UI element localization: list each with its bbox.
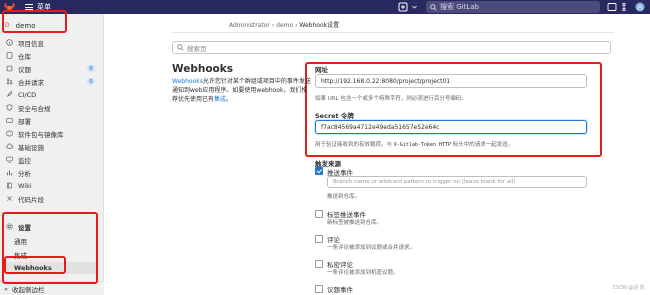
- sidebar-item-label: 项目信息: [18, 39, 44, 48]
- url-input[interactable]: http://192.168.0.22:8080/project/project…: [315, 74, 587, 88]
- search-icon: [177, 44, 184, 51]
- secret-help-text: 用于验证接收到的有效载荷。与 X-Gitlab-Token HTTP 标头中的请…: [315, 140, 600, 148]
- breadcrumb-root[interactable]: Administrator: [229, 22, 270, 29]
- top-navbar: 菜单 搜索 GitLab: [0, 0, 650, 14]
- sidebar-item-security[interactable]: 安全与合规: [0, 101, 104, 114]
- sidebar-item-snippets[interactable]: 代码片段: [0, 192, 104, 205]
- shield-icon: [6, 104, 13, 111]
- secret-help-suffix: 标头中的请求一起发送。: [452, 142, 514, 148]
- branch-filter-input[interactable]: Branch name or wildcard pattern to trigg…: [327, 176, 587, 188]
- sidebar-item-repository[interactable]: 仓库: [0, 49, 104, 62]
- secret-token-label: Secret 令牌: [315, 112, 354, 120]
- sidebar-item-label: 分析: [18, 169, 31, 178]
- collapse-sidebar-label: 收起侧边栏: [11, 285, 45, 294]
- push-events-help: 推送到仓库。: [327, 194, 361, 200]
- settings-search-placeholder: 搜索页: [187, 44, 207, 53]
- package-icon: [6, 130, 13, 137]
- sidebar-item-label: 监控: [18, 156, 31, 165]
- monitor-icon: [6, 156, 13, 163]
- sidebar-item-label: 合并请求: [18, 78, 44, 87]
- breadcrumb: Administrator › demo › Webhook设置: [229, 20, 339, 29]
- chevron-down-icon[interactable]: [412, 2, 417, 12]
- secret-token-input[interactable]: f7ac84569a4712e49eda51657e52e64c: [315, 120, 587, 134]
- issues-count-badge: 0: [87, 65, 95, 72]
- merge-requests-count-badge: 0: [87, 78, 95, 85]
- plus-icon[interactable]: [398, 2, 408, 12]
- sidebar-item-infrastructure[interactable]: 基础设施: [0, 140, 104, 153]
- sidebar-item-label: 仓库: [18, 52, 31, 61]
- sidebar-item-analytics[interactable]: 分析: [0, 166, 104, 179]
- sidebar-item-label: Wiki: [18, 181, 32, 190]
- global-search-placeholder: 搜索 GitLab: [440, 3, 479, 11]
- confidential-comments-help: 一条评论被添加到机密议题。: [327, 270, 399, 276]
- breadcrumb-project[interactable]: demo: [276, 22, 293, 29]
- sidebar-item-label: CI/CD: [18, 90, 37, 99]
- description-end: 。: [226, 96, 233, 103]
- issues-shortcut-icon[interactable]: [607, 2, 617, 12]
- page-title: Webhooks: [172, 63, 233, 75]
- comments-help: 一条评论被添加到议题或合并请求。: [327, 245, 416, 251]
- sidebar-item-packages[interactable]: 软件包与镜像库: [0, 127, 104, 140]
- sidebar-item-label: 部署: [18, 117, 31, 126]
- page-description: Webhooks允许您针对某个群组或项目中的事件发送通知到web应用程序。如要使…: [172, 77, 312, 104]
- merge-request-shortcut-icon[interactable]: [621, 2, 631, 12]
- confidential-comments-checkbox[interactable]: [315, 260, 323, 268]
- breadcrumb-current[interactable]: Webhook设置: [299, 22, 339, 29]
- sidebar-item-merge-requests[interactable]: 合并请求 0: [0, 75, 104, 88]
- url-label: 网址: [315, 66, 328, 74]
- user-avatar-icon[interactable]: [635, 2, 646, 12]
- sidebar-item-project-info[interactable]: 项目信息: [0, 36, 104, 49]
- webhooks-docs-link[interactable]: Webhooks: [172, 78, 203, 85]
- sidebar-item-label: 软件包与镜像库: [18, 130, 64, 139]
- rocket-icon: [6, 91, 13, 98]
- secret-help-prefix: 用于验证接收到的有效载荷。与: [315, 142, 393, 148]
- tag-push-events-help: 新标签被推送到仓库。: [327, 220, 383, 226]
- deployments-icon: [6, 117, 13, 124]
- snippet-icon: [6, 195, 13, 202]
- double-chevron-left-icon: «: [4, 284, 8, 293]
- merge-request-icon: [6, 78, 13, 85]
- sidebar-item-cicd[interactable]: CI/CD: [0, 88, 104, 101]
- divider: [172, 32, 614, 33]
- repository-icon: [6, 52, 13, 59]
- sidebar-item-label: 安全与合规: [18, 104, 51, 113]
- watermark: CSDN @进 阶: [612, 285, 645, 291]
- sidebar-item-issues[interactable]: 议题 0: [0, 62, 104, 75]
- sidebar-item-monitor[interactable]: 监控: [0, 153, 104, 166]
- info-icon: [6, 39, 13, 46]
- global-search-input[interactable]: 搜索 GitLab: [426, 1, 600, 13]
- sidebar-item-wiki[interactable]: Wiki: [0, 179, 104, 192]
- url-help-text: 如果 URL 包含一个或多个特殊字符，则必须进行百分号编码。: [315, 96, 467, 102]
- sidebar-item-label: 议题: [18, 65, 31, 74]
- sidebar-item-label: 代码片段: [18, 195, 44, 204]
- book-icon: [6, 182, 13, 189]
- integrations-link[interactable]: 集成: [214, 96, 226, 103]
- issues-events-label: 议题事件: [327, 286, 353, 294]
- annotation-box-project: [2, 10, 67, 33]
- cloud-icon: [6, 143, 13, 150]
- comments-checkbox[interactable]: [315, 235, 323, 243]
- settings-search-input[interactable]: 搜索页: [172, 41, 611, 54]
- search-icon: [430, 3, 437, 11]
- tag-push-events-checkbox[interactable]: [315, 210, 323, 218]
- annotation-box-webhooks: [4, 256, 66, 274]
- issues-events-checkbox[interactable]: [315, 285, 323, 293]
- secret-help-code: X-Gitlab-Token HTTP: [393, 142, 451, 148]
- issues-icon: [6, 65, 13, 72]
- chart-icon: [6, 169, 13, 176]
- sidebar-item-label: 基础设施: [18, 143, 44, 152]
- push-events-checkbox[interactable]: [315, 167, 323, 175]
- sidebar-item-deployments[interactable]: 部署: [0, 114, 104, 127]
